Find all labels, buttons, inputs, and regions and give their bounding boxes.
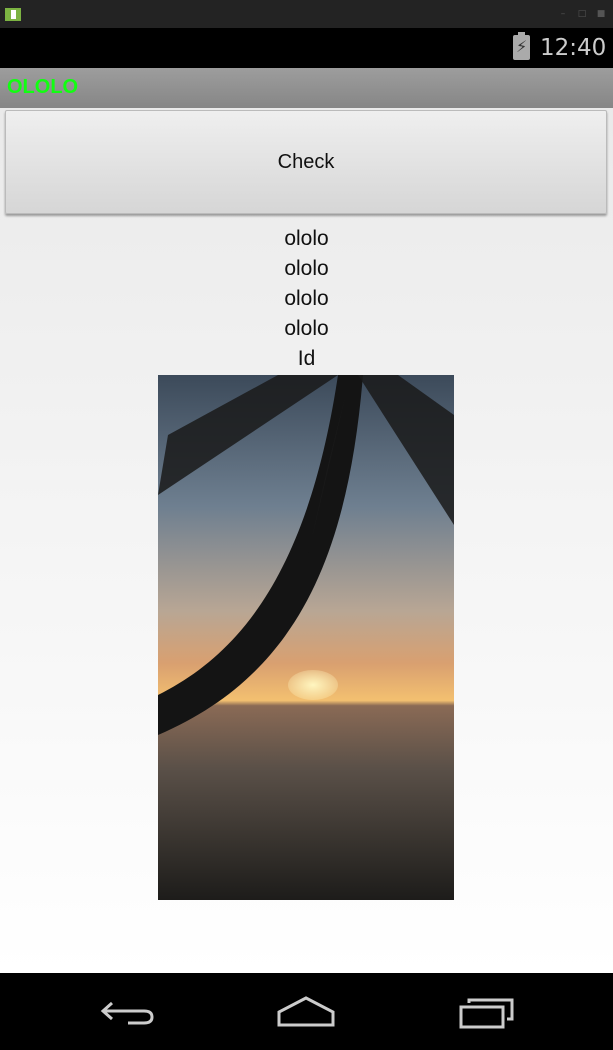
recents-icon[interactable] xyxy=(459,995,515,1029)
content: Check ololo ololo ololo ololo Id xyxy=(0,108,613,973)
action-bar xyxy=(0,68,613,108)
battery-charging-icon: ⚡ xyxy=(513,32,530,60)
text-line: ololo xyxy=(284,227,329,250)
check-button[interactable]: Check xyxy=(5,110,607,214)
app-title: OLOLO xyxy=(7,76,79,98)
text-line: ololo xyxy=(284,287,329,310)
text-line: ololo xyxy=(284,317,329,340)
sunset-photo xyxy=(158,375,454,900)
maximize-button[interactable]: □ xyxy=(577,9,587,19)
clock: 12:40 xyxy=(540,35,607,61)
minimize-button[interactable]: – xyxy=(558,9,568,19)
window-titlebar: – □ ■ xyxy=(0,0,613,28)
text-line: Id xyxy=(297,347,316,370)
back-icon[interactable] xyxy=(100,995,156,1029)
navigation-bar xyxy=(0,973,613,1050)
home-icon[interactable] xyxy=(277,995,335,1029)
close-button[interactable]: ■ xyxy=(596,9,606,19)
palm-tree-silhouette xyxy=(158,375,454,735)
app-icon xyxy=(5,8,21,21)
text-line: ololo xyxy=(284,257,329,280)
